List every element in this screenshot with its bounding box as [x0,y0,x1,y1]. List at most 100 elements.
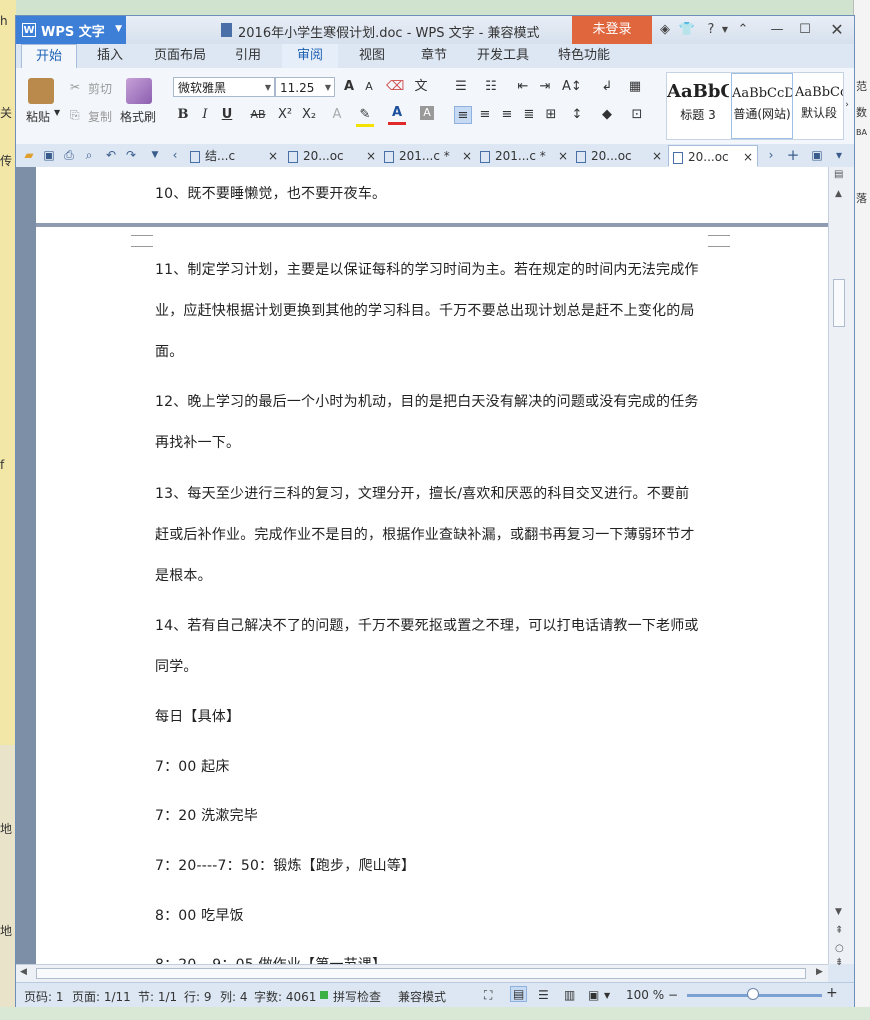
spell-check-button[interactable]: 拼写检查 [333,988,381,1005]
new-tab-icon[interactable]: + [786,148,800,163]
document-page[interactable]: 10、既不要睡懒觉，也不要开夜车。 11、制定学习计划，主要是以保证每科的学习时… [36,167,828,964]
web-view-icon[interactable]: ▥ [564,988,575,1002]
align-right-button[interactable]: ≡ [498,106,516,124]
previous-page-icon[interactable]: ⇞ [835,925,843,936]
show-marks-icon[interactable]: ↲ [598,78,616,96]
zoom-slider-knob[interactable] [747,988,759,1000]
scroll-left-icon[interactable]: ◀ [20,967,27,977]
italic-button[interactable]: I [196,106,214,124]
scroll-right-icon[interactable]: ▶ [816,967,823,977]
tab-home[interactable]: 开始 [21,44,77,68]
style-normal-web[interactable]: AaBbCcD 普通(网站) [731,73,793,139]
zoom-level[interactable]: 100 % [626,988,664,1002]
tab-list-icon[interactable]: ▣ [810,148,824,162]
close-icon[interactable]: × [652,145,662,167]
tab-options-icon[interactable]: ▾ [832,148,846,162]
doc-tab-2[interactable]: 20...oc × [288,145,380,167]
decrease-indent-icon[interactable]: ⇤ [514,78,532,96]
close-icon[interactable]: × [558,145,568,167]
save-icon[interactable]: ▣ [42,148,56,162]
style-default-paragraph[interactable]: AaBbCc 默认段 [795,73,843,139]
quick-access-dropdown-icon[interactable]: ▼ [148,148,162,162]
doc-tab-6-active[interactable]: 20...oc × [668,145,758,167]
doc-tab-1[interactable]: 结...c × [190,145,282,167]
increase-indent-icon[interactable]: ⇥ [536,78,554,96]
table-icon[interactable]: ▦ [626,78,644,96]
bullets-icon[interactable]: ☰ [452,78,470,96]
zoom-out-icon[interactable]: − [668,988,678,1002]
cut-button[interactable]: 剪切 [88,80,112,97]
zoom-in-icon[interactable]: + [826,985,838,1001]
char-shading-icon[interactable]: A [420,106,434,120]
tab-developer[interactable]: 开发工具 [472,44,534,68]
numbering-icon[interactable]: ☷ [482,78,500,96]
horizontal-scrollbar[interactable]: ◀ ▶ [16,964,828,983]
borders-icon[interactable]: ⊡ [628,106,646,124]
reading-view-icon[interactable]: ▣ [588,988,599,1002]
horizontal-scroll-thumb[interactable] [36,968,806,979]
minimize-icon[interactable]: — [768,21,786,39]
tab-special-features[interactable]: 特色功能 [550,44,618,68]
tab-review[interactable]: 审阅 [282,44,338,68]
vertical-scroll-thumb[interactable] [833,279,845,327]
align-left-button[interactable]: ≡ [454,106,472,124]
shading-icon[interactable]: ◆ [598,106,616,124]
styles-more-icon[interactable]: › [842,96,852,114]
justify-button[interactable]: ≣ [520,106,538,124]
shrink-font-button[interactable]: A [360,78,378,96]
open-folder-icon[interactable]: ▰ [22,148,36,162]
select-browse-icon[interactable]: ○ [835,943,844,954]
format-painter-button[interactable]: 格式刷 [120,108,156,125]
subscript-button[interactable]: X₂ [300,106,318,124]
copy-button[interactable]: 复制 [88,108,112,125]
ruler-toggle-icon[interactable]: ▤ [834,169,843,180]
paste-button[interactable]: 粘贴 [26,108,50,125]
strikethrough-button[interactable]: AB [246,106,270,124]
help-dropdown-icon[interactable]: ▼ [716,21,734,39]
login-button[interactable]: 未登录 [572,16,652,44]
redo-icon[interactable]: ↷ [124,148,138,162]
shirt-icon[interactable]: 👕 [678,21,696,39]
close-icon[interactable]: × [366,145,376,167]
close-icon[interactable]: ✕ [828,21,846,39]
style-heading-3[interactable]: AaBbC 标题 3 [667,73,729,139]
close-icon[interactable]: × [743,146,753,168]
tab-insert[interactable]: 插入 [86,44,134,68]
bold-button[interactable]: B [174,106,192,124]
status-word-count[interactable]: 字数: 4061 [254,988,316,1005]
text-effect-icon[interactable]: A [328,106,346,124]
tab-references[interactable]: 引用 [226,44,270,68]
maximize-icon[interactable]: ☐ [796,21,814,39]
distribute-button[interactable]: ⊞ [542,106,560,124]
font-color-button[interactable]: A [388,104,406,125]
clear-format-icon[interactable]: ⌫ [386,78,404,96]
line-spacing-icon[interactable]: ↕ [568,106,586,124]
doc-tab-5[interactable]: 20...oc × [576,145,666,167]
phonetic-guide-icon[interactable]: 文 [412,78,430,96]
highlight-icon[interactable]: ✎ [356,106,374,127]
next-page-icon[interactable]: ⇟ [835,957,843,968]
tab-view[interactable]: 视图 [350,44,394,68]
skin-icon[interactable]: ◈ [656,21,674,39]
view-dropdown-icon[interactable]: ▼ [604,991,610,1000]
close-icon[interactable]: × [268,145,278,167]
font-name-select[interactable]: 微软雅黑 ▼ [173,77,275,97]
superscript-button[interactable]: X² [276,106,294,124]
print-icon[interactable]: ⎙ [62,148,76,162]
tabs-scroll-right-icon[interactable]: › [764,148,778,162]
undo-icon[interactable]: ↶ [104,148,118,162]
tabs-scroll-left-icon[interactable]: ‹ [168,148,182,162]
scroll-down-icon[interactable]: ▼ [835,907,842,917]
font-size-select[interactable]: 11.25 ▼ [275,77,335,97]
tab-page-layout[interactable]: 页面布局 [146,44,214,68]
print-preview-icon[interactable]: ⌕ [82,148,96,162]
wps-app-menu-button[interactable]: W WPS 文字 ▼ [16,16,126,44]
paste-dropdown-icon[interactable]: ▼ [54,108,60,117]
close-icon[interactable]: × [462,145,472,167]
align-center-button[interactable]: ≡ [476,106,494,124]
grow-font-button[interactable]: A [340,78,358,96]
fullscreen-icon[interactable]: ⛶ [484,988,492,1003]
underline-button[interactable]: U [218,106,236,124]
vertical-scrollbar[interactable]: ▤ ▲ ▼ ⇞ ○ ⇟ [828,167,854,968]
doc-tab-4[interactable]: 201...c * × [480,145,572,167]
